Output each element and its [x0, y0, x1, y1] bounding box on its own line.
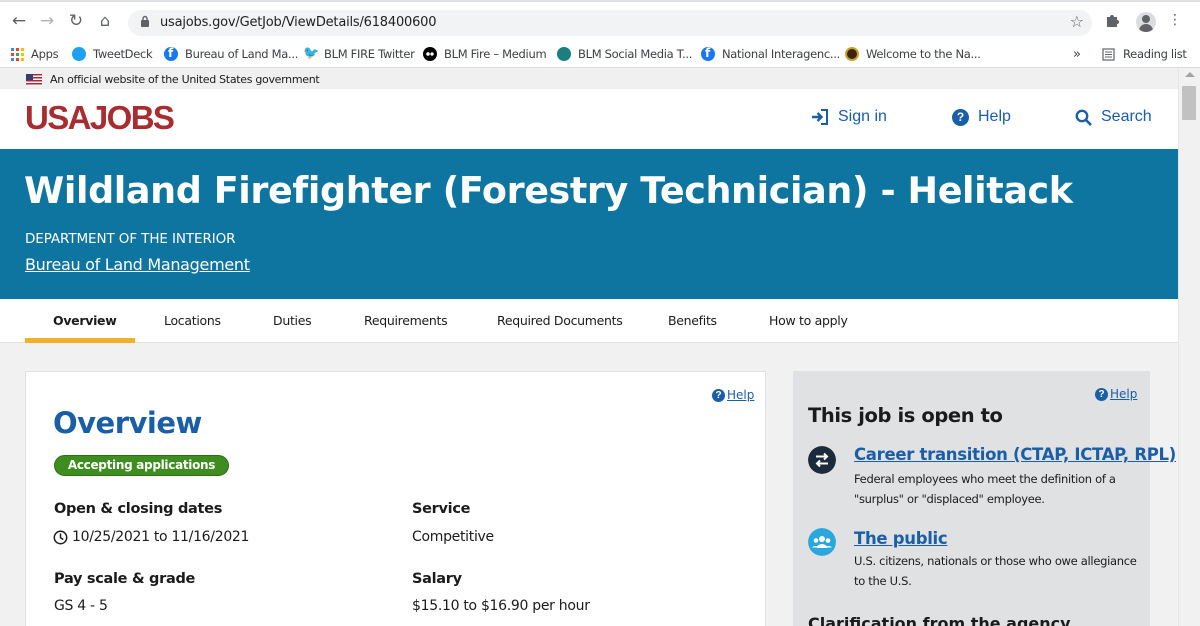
tab-overview[interactable]: Overview [53, 313, 117, 328]
star-bookmark-icon[interactable]: ☆ [1070, 12, 1084, 31]
gov-banner: An official website of the United States… [0, 69, 1178, 89]
open-to-card: ? Help This job is open to Career transi… [793, 371, 1176, 626]
scroll-up-arrow-icon[interactable] [1185, 72, 1195, 77]
job-title: Wildland Firefighter (Forestry Technicia… [24, 169, 1073, 212]
site-header: USAJOBS Sign in ? Help Search [0, 89, 1178, 149]
tab-how-to-apply[interactable]: How to apply [769, 313, 848, 328]
bookmark-bureau-land[interactable]: Bureau of Land Ma... [164, 45, 298, 63]
nps-icon [845, 47, 859, 61]
sign-in-icon [812, 109, 828, 125]
the-public-link[interactable]: The public [854, 529, 948, 548]
job-tabs: Overview Locations Duties Requirements R… [0, 299, 1178, 343]
address-bar[interactable]: usajobs.gov/GetJob/ViewDetails/618400600… [128, 10, 1092, 36]
browser-toolbar: ← → ↻ ⌂ usajobs.gov/GetJob/ViewDetails/6… [0, 0, 1200, 40]
bookmarks-overflow-chevron-icon[interactable]: » [1073, 45, 1081, 63]
scroll-thumb[interactable] [1182, 86, 1196, 120]
bookmark-blm-fire-twitter[interactable]: 🐦 BLM FIRE Twitter [303, 45, 415, 63]
home-icon[interactable]: ⌂ [94, 10, 116, 32]
bookmarks-bar: Apps TweetDeck Bureau of Land Ma... 🐦 BL… [0, 40, 1200, 68]
open-to-heading: This job is open to [808, 404, 1003, 427]
search-link[interactable]: Search [1075, 108, 1152, 126]
profile-avatar-icon[interactable] [1136, 12, 1156, 32]
the-public-description: U.S. citizens, nationals or those who ow… [854, 554, 1137, 588]
reading-list-icon [1102, 47, 1115, 61]
career-transition-description: Federal employees who meet the definitio… [854, 472, 1116, 506]
kebab-menu-icon[interactable]: ⋮ [1168, 12, 1182, 28]
clarification-heading: Clarification from the agency [808, 614, 1071, 626]
us-flag-icon [26, 73, 42, 85]
public-group-icon [808, 528, 836, 556]
help-circle-icon: ? [712, 388, 725, 402]
tab-requirements[interactable]: Requirements [364, 313, 448, 328]
bookmark-welcome-na[interactable]: Welcome to the Na... [845, 45, 981, 63]
overview-card: ? Help Overview Accepting applications O… [25, 371, 766, 626]
help-circle-icon: ? [952, 108, 969, 126]
reload-icon[interactable]: ↻ [65, 10, 87, 32]
status-badge: Accepting applications [54, 455, 229, 476]
help-link[interactable]: ? Help [952, 108, 1011, 126]
service-value: Competitive [412, 529, 494, 545]
help-circle-icon: ? [1095, 387, 1108, 401]
pay-scale-label: Pay scale & grade [54, 571, 196, 587]
clock-icon [53, 530, 68, 544]
social-media-icon [557, 47, 571, 61]
salary-label: Salary [412, 571, 462, 587]
bookmark-national-interagency[interactable]: National Interagenc... [701, 45, 840, 63]
bookmark-apps[interactable]: Apps [11, 45, 59, 63]
pay-scale-value: GS 4 - 5 [54, 598, 108, 614]
back-arrow-icon[interactable]: ← [8, 10, 30, 32]
tab-locations[interactable]: Locations [164, 313, 221, 328]
job-hero-banner: Wildland Firefighter (Forestry Technicia… [0, 149, 1178, 299]
career-transition-icon [808, 446, 836, 474]
tab-duties[interactable]: Duties [273, 313, 312, 328]
url-text: usajobs.gov/GetJob/ViewDetails/618400600 [160, 15, 437, 30]
active-tab-indicator [25, 338, 135, 343]
open-closing-dates-value: 10/25/2021 to 11/16/2021 [53, 529, 249, 545]
lock-icon [141, 15, 149, 27]
tab-benefits[interactable]: Benefits [668, 313, 717, 328]
overview-help-link[interactable]: ? Help [712, 388, 754, 402]
open-closing-dates-label: Open & closing dates [54, 501, 223, 517]
salary-value: $15.10 to $16.90 per hour [412, 598, 590, 614]
facebook-icon [164, 46, 178, 61]
agency-link[interactable]: Bureau of Land Management [25, 255, 250, 274]
apps-grid-icon [11, 47, 24, 61]
bookmark-tweetdeck[interactable]: TweetDeck [72, 45, 153, 63]
department-name: DEPARTMENT OF THE INTERIOR [25, 231, 236, 247]
page-scrollbar[interactable] [1178, 69, 1200, 626]
forward-arrow-icon[interactable]: → [36, 10, 58, 32]
sign-in-link[interactable]: Sign in [811, 108, 887, 126]
tab-required-documents[interactable]: Required Documents [497, 313, 623, 328]
usajobs-logo[interactable]: USAJOBS [25, 99, 175, 137]
medium-icon [423, 47, 437, 61]
career-transition-link[interactable]: Career transition (CTAP, ICTAP, RPL) [854, 445, 1176, 464]
bookmark-blm-fire-medium[interactable]: BLM Fire – Medium [423, 45, 547, 63]
open-to-help-link[interactable]: ? Help [1095, 387, 1137, 401]
twitter-icon: 🐦 [303, 46, 319, 61]
facebook-icon [701, 46, 715, 61]
overview-heading: Overview [53, 406, 202, 440]
reading-list[interactable]: Reading list [1102, 45, 1187, 63]
bookmark-blm-social-media[interactable]: BLM Social Media T... [557, 45, 692, 63]
service-label: Service [412, 501, 471, 517]
extensions-puzzle-icon[interactable] [1105, 12, 1121, 32]
tweetdeck-icon [72, 47, 86, 61]
search-icon [1075, 109, 1092, 126]
